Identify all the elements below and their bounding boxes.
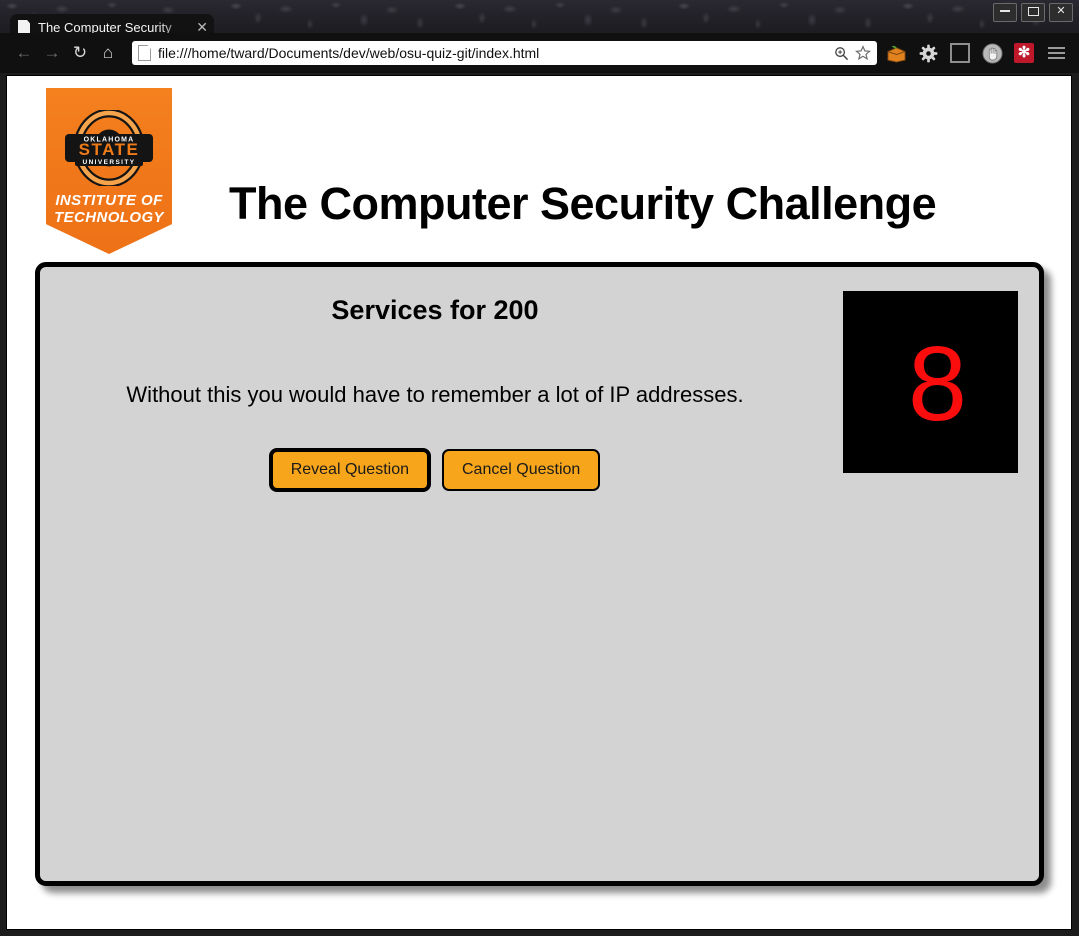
stop-hand-icon[interactable] — [981, 42, 1003, 64]
page-icon — [138, 45, 151, 61]
logo-subtitle-line1: INSTITUTE OF — [55, 192, 163, 209]
page-viewport: OKLAHOMA STATE UNIVERSITY INSTITUTE OF T… — [6, 75, 1072, 930]
extension-toolbar: ✻ — [885, 42, 1079, 64]
page-header: OKLAHOMA STATE UNIVERSITY INSTITUTE OF T… — [7, 76, 1071, 256]
cancel-question-button[interactable]: Cancel Question — [442, 449, 601, 491]
noscript-icon[interactable]: ✻ — [1013, 42, 1035, 64]
maximize-icon — [1027, 6, 1039, 16]
close-button[interactable]: ✕ — [1049, 3, 1073, 22]
quiz-card: Services for 200 Without this you would … — [35, 262, 1044, 886]
forward-button[interactable]: → — [38, 43, 66, 63]
hamburger-menu-icon[interactable] — [1045, 42, 1067, 64]
browser-window: The Computer Security ✕ ✕ ← → ↻ ⌂ file:/… — [0, 0, 1079, 936]
tab-close-icon[interactable]: ✕ — [196, 20, 208, 34]
osu-brand-mark-icon: OKLAHOMA STATE UNIVERSITY — [65, 110, 153, 186]
package-icon[interactable] — [885, 42, 907, 64]
url-text[interactable]: file:///home/tward/Documents/dev/web/osu… — [158, 45, 828, 61]
star-icon[interactable] — [855, 45, 871, 61]
question-text: Without this you would have to remember … — [126, 382, 744, 407]
reveal-question-button[interactable]: Reveal Question — [269, 449, 430, 491]
svg-text:UNIVERSITY: UNIVERSITY — [82, 159, 135, 166]
reload-button[interactable]: ↻ — [66, 43, 94, 63]
minimize-button[interactable] — [993, 3, 1017, 22]
address-bar[interactable]: file:///home/tward/Documents/dev/web/osu… — [132, 41, 877, 65]
window-controls: ✕ — [993, 3, 1073, 22]
logo-subtitle-line2: TECHNOLOGY — [54, 209, 164, 226]
countdown-timer: 8 — [843, 291, 1018, 473]
square-icon[interactable] — [949, 42, 971, 64]
svg-text:STATE: STATE — [79, 140, 140, 159]
maximize-button[interactable] — [1021, 3, 1045, 22]
page-title: The Computer Security Challenge — [229, 178, 937, 230]
window-titlebar: The Computer Security ✕ ✕ — [0, 0, 1079, 40]
osu-institute-of-technology-logo: OKLAHOMA STATE UNIVERSITY INSTITUTE OF T… — [46, 88, 172, 254]
search-zoom-icon[interactable] — [834, 46, 849, 61]
question-category-title: Services for 200 — [331, 295, 539, 325]
logo-subtitle: INSTITUTE OF TECHNOLOGY — [46, 192, 172, 226]
browser-toolbar: ← → ↻ ⌂ file:///home/tward/Documents/dev… — [0, 33, 1079, 73]
gear-icon[interactable] — [917, 42, 939, 64]
question-actions: Reveal Question Cancel Question — [40, 449, 830, 491]
minimize-icon — [1000, 10, 1010, 13]
home-button[interactable]: ⌂ — [94, 43, 122, 63]
back-button[interactable]: ← — [10, 43, 38, 63]
noscript-badge: ✻ — [1014, 43, 1034, 63]
timer-value: 8 — [908, 325, 967, 443]
